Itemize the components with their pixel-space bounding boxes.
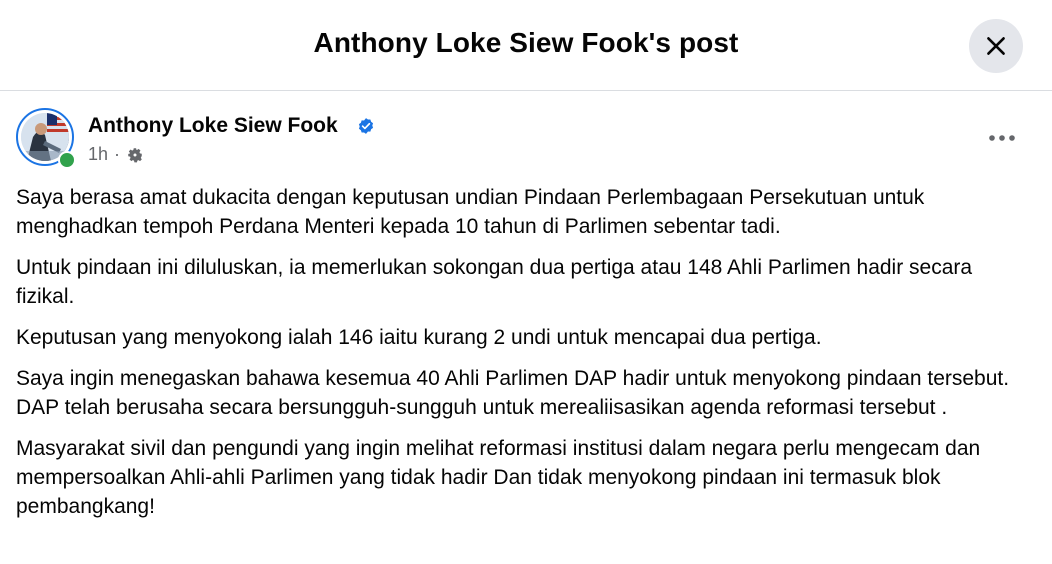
post-header: Anthony Loke Siew Fook 1h · (16, 108, 1036, 172)
meta-separator: · (114, 144, 121, 164)
post-paragraph: Saya berasa amat dukacita dengan keputus… (16, 186, 925, 238)
post-timestamp[interactable]: 1h (88, 144, 108, 165)
gear-icon[interactable] (126, 146, 144, 164)
more-options-icon (989, 135, 1015, 141)
online-status-dot (58, 151, 76, 169)
post-author-name[interactable]: Anthony Loke Siew Fook (88, 114, 338, 138)
post-meta: 1h · (88, 144, 144, 165)
post-paragraph: Untuk pindaan ini diluluskan, ia memerlu… (16, 256, 973, 308)
post-paragraph: Masyarakat sivil dan pengundi yang ingin… (16, 437, 981, 518)
close-button[interactable] (969, 19, 1023, 73)
avatar[interactable] (16, 108, 76, 169)
post-paragraph: Saya ingin menegaskan bahawa kesemua 40 … (16, 367, 1010, 419)
post-paragraph: Keputusan yang menyokong ialah 146 iaitu… (16, 326, 822, 349)
dialog-title: Anthony Loke Siew Fook's post (313, 27, 739, 58)
dialog-header: Anthony Loke Siew Fook's post (0, 0, 1052, 91)
close-icon (987, 37, 1005, 55)
more-options-button[interactable] (984, 120, 1020, 156)
verified-badge-icon (358, 118, 374, 134)
post-body: Saya berasa amat dukacita dengan keputus… (16, 183, 1036, 533)
